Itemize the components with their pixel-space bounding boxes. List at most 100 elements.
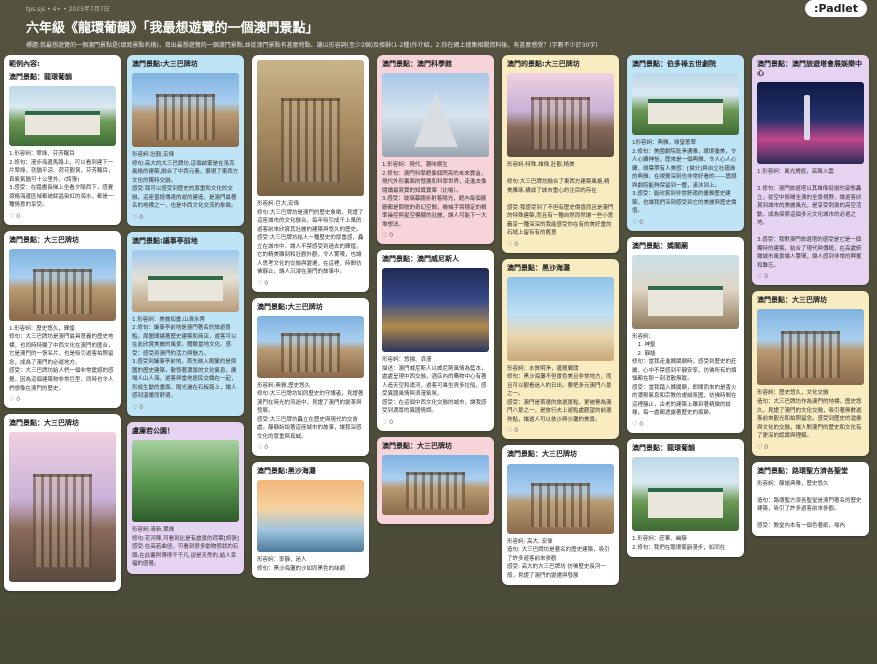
image-subject [648, 488, 723, 518]
post-body: 1.形容詞：美麗如畫,山清水秀 2.修句：議事亭前地是澳門著名的旅遊景點，周圍環繞… [132, 316, 237, 400]
post-image[interactable] [9, 248, 116, 321]
reaction-count[interactable]: ♡ 0 [382, 232, 489, 239]
post-title: 澳門景點:議事亭前地 [132, 236, 198, 245]
post-card[interactable]: 澳門景點：澳門旅遊塔會展娛樂中心 1.形容詞：風光旖旎，高聳入雲 2.修句：澳門旅遊… [752, 55, 869, 286]
post-image[interactable] [382, 268, 489, 353]
board-meta: tps.sjs • 4+ • 2025年7月7日 [26, 6, 110, 13]
post-body: 形容詞:特殊,雄偉,壯觀,精美 修句:大三巴牌坊融合了東西方建築風格,精美雕琢,構… [507, 162, 614, 237]
post-card[interactable]: 形容詞:巨大,宏偉 修句:大三巴牌坊是澳門的歷史象徵，見證了這座城市的文化融合，每… [252, 55, 369, 292]
board-header: tps.sjs • 4+ • 2025年7月7日 六年級《龍環葡韻》「我最想遊覽… [0, 0, 877, 52]
post-card[interactable]: 澳門景點:黑沙海灘 形容詞：寧靜，迷人 修句：黑沙海灘的沙如同黑色的絲綢 [252, 462, 369, 579]
post-image[interactable] [507, 463, 614, 534]
post-card[interactable]: 澳門景點：大三巴牌坊 [377, 436, 494, 525]
post-body: 1.形容詞：風光旖旎，高聳入雲 2.修句：澳門旅遊塔以其雄偉挺拔的姿態矗立，從空中… [757, 169, 862, 269]
reaction-count[interactable]: ♡ 0 [132, 404, 239, 411]
post-image[interactable] [507, 276, 614, 361]
board-column: 澳門景點：伯多祿五世劇院 1形容詞：典雅，綠瑩蔥翠 2.修句：美國劇院乾淨通雅，環境… [627, 55, 744, 563]
post-card[interactable]: 澳門景點：媽閣廟 形容詞： 1. 神聖 2. 靜謐 修句：當我走進媽閣廟時，感受到歷… [627, 236, 744, 433]
image-subject [804, 94, 811, 140]
post-image[interactable] [257, 60, 364, 196]
post-body: 形容詞：歷史悠久，文化交融 造句：大三巴牌坊作為澳門的地標，歷史悠久，見證了澳門的… [757, 390, 862, 440]
post-title: 澳門景點：澳門威尼斯人 [382, 255, 459, 264]
post-title: 澳門景點：大三巴牌坊 [382, 441, 452, 450]
board-description: 標題:我最想遊覽的一個澳門景點是(填寫景點名稱)，寫出最想遊覽的一個澳門景點,並… [26, 42, 598, 49]
post-card[interactable]: 澳門景點：大三巴牌坊形容詞：歷史悠久，文化交融 造句：大三巴牌坊作為澳門的地標，歷… [752, 291, 869, 456]
post-body: 形容詞:典雅,歷史悠久 修句:大三巴牌坊如同歷史的守護者，見證著澳門在時光的流逝中… [257, 382, 364, 440]
image-subject [32, 474, 93, 568]
post-body: 形容詞: 高大, 宏偉 造句: 大三巴牌坊是著名的歷史建築，吸引了許多遊客前來參觀… [507, 538, 610, 579]
post-title: 澳門景點：澳門旅遊塔會展娛樂中心 [757, 60, 862, 78]
reaction-count[interactable]: ♡ 0 [9, 213, 116, 220]
reaction-count[interactable]: ♡ 0 [632, 421, 739, 428]
post-image[interactable] [382, 455, 489, 516]
post-title: 澳門景點:大三巴牌坊 [132, 60, 198, 68]
post-card[interactable]: 範例內容: 澳門景點：龍環葡韻 1.形容詞：翠綠、芬芳醒目 2.修句：漫步海邊馬路上，… [4, 55, 121, 225]
board-title: 六年級《龍環葡韻》「我最想遊覽的一個澳門景點」 [26, 21, 319, 36]
post-card[interactable]: 澳門景點：澳門科學館 1.形容詞：現代、趣味横生 2.修句：澳門科學館像個閃亮的未來… [377, 55, 494, 245]
reaction-count[interactable]: ♡ 0 [9, 396, 116, 403]
reaction-count[interactable]: ♡ 0 [757, 273, 864, 280]
reaction-count[interactable]: ♡ 0 [257, 444, 364, 451]
post-image[interactable] [632, 254, 739, 329]
board-column: 澳門景點：澳門科學館 1.形容詞：現代、趣味横生 2.修句：澳門科學館像個閃亮的未來… [377, 55, 494, 530]
post-card[interactable]: 澳門景點：路環聖方濟各聖堂 形容詞：靜謐典雅，歷史悠久 造句：路環聖方濟各聖堂是澳門… [752, 461, 869, 536]
post-title: 澳門景點：黑沙海灘 [507, 263, 570, 272]
image-subject [155, 93, 216, 140]
post-card[interactable]: 澳門景點:大三巴牌坊形容詞:壯觀,宏偉 修句:高大的大三巴牌坊,這個啟蒙是在洛克風… [127, 55, 244, 226]
post-image[interactable] [257, 480, 364, 553]
reaction-count[interactable]: ♡ 0 [632, 219, 739, 226]
reaction-count[interactable]: ♡ 0 [132, 214, 239, 221]
post-title: 盧廉若公園！ [132, 426, 174, 435]
board-column: 形容詞:巨大,宏偉 修句:大三巴牌坊是澳門的歷史象徵，見證了這座城市的文化融合，每… [252, 55, 369, 584]
post-image[interactable] [507, 73, 614, 158]
post-card[interactable]: 盧廉若公園！ 形容詞:清新,翠綠 修句:花河陣,可看到比是有處景的荷葉[誇張] 感受… [127, 421, 244, 574]
reaction-count[interactable]: ♡ 0 [757, 444, 864, 451]
image-subject [648, 99, 723, 124]
post-title: 澳門景點:大三巴牌坊 [257, 302, 323, 311]
image-subject [25, 111, 100, 136]
post-card[interactable]: 澳門景點：大三巴牌坊 1.形容詞：歷史悠久，輝煌 修句：大三巴牌坊是澳門最具意義的歷… [4, 230, 121, 409]
post-card[interactable]: 澳門景點:議事亭前地 1.形容詞：美麗如畫,山清水秀 2.修句：議事亭前地是澳門著名… [127, 231, 244, 416]
post-body: 形容詞：悠揚、浪漫 描述：澳門威尼斯人以威尼斯風情為藍本，處處呈現中西交融，酒店內… [382, 357, 487, 415]
post-card[interactable]: 澳門景點:大三巴牌坊形容詞:典雅,歷史悠久 修句:大三巴牌坊如同歷史的守護者，見證… [252, 297, 369, 457]
post-image[interactable] [9, 86, 116, 147]
post-title: 澳門景點：大三巴牌坊 [757, 296, 827, 305]
post-card[interactable]: 澳門景點：黑沙海灘 形容詞：水質明淨，邊層廣闊 修句：黑沙海灘不但景色美且非常地方，… [502, 258, 619, 440]
post-body: 形容詞:壯觀,宏偉 修句:高大的大三巴牌坊,這個啟蒙是在洛克風格的建築,融合了中西… [132, 152, 239, 210]
post-title: 澳門景點：媽閣廟 [632, 241, 688, 250]
reaction-count[interactable]: ♡ 0 [257, 280, 364, 287]
reaction-count[interactable]: ♡ 0 [507, 427, 614, 434]
image-subject [530, 483, 591, 527]
reaction-count[interactable]: ♡ 0 [382, 419, 489, 426]
post-card[interactable]: 澳門景點：澳門威尼斯人形容詞：悠揚、浪漫 描述：澳門威尼斯人以威尼斯風情為藍本，處… [377, 250, 494, 431]
post-card[interactable]: 澳門景點：龍環葡韻 1.形容詞：莊華、幽靜 2.修句：我們在龍環葡韻漫步，如同在 [627, 438, 744, 558]
post-card[interactable]: 澳門景點：大三巴牌坊 形容詞: 高大, 宏偉 造句: 大三巴牌坊是著名的歷史建築，吸… [502, 445, 619, 586]
post-image[interactable] [132, 73, 239, 148]
post-image[interactable] [132, 249, 239, 312]
post-image[interactable] [257, 315, 364, 378]
post-body: 1.形容詞：現代、趣味横生 2.修句：澳門科學館像個閃亮的未來寶盒，現代外形裏面的… [382, 162, 487, 228]
post-body: 1形容詞：典雅，綠瑩蔥翠 2.修句：美國劇院乾淨通雅，環境優美，令人心曠神怡，歷來… [632, 140, 737, 215]
post-title: 澳門景點：路環聖方濟各聖堂 [757, 466, 848, 475]
post-card[interactable]: 澳門景點：伯多祿五世劇院 1形容詞：典雅，綠瑩蔥翠 2.修句：美國劇院乾淨通雅，環境… [627, 55, 744, 231]
image-subject [280, 98, 341, 183]
reaction-count[interactable]: ♡ 0 [507, 241, 614, 248]
post-title: 澳門的景點:大三巴牌坊 [507, 60, 580, 68]
post-image[interactable] [132, 440, 239, 523]
post-image[interactable] [757, 82, 864, 165]
image-subject [780, 330, 841, 378]
post-image[interactable] [9, 432, 116, 583]
post-image[interactable] [382, 73, 489, 158]
post-image[interactable] [632, 457, 739, 532]
post-card[interactable]: 澳門的景點:大三巴牌坊形容詞:特殊,雄偉,壯觀,精美 修句:大三巴牌坊融合了東西方… [502, 55, 619, 253]
post-image[interactable] [632, 73, 739, 136]
padlet-logo[interactable]: :Padlet [805, 0, 867, 17]
post-title: 澳門景點：伯多祿五世劇院 [632, 60, 716, 68]
board-column: 澳門的景點:大三巴牌坊形容詞:特殊,雄偉,壯觀,精美 修句:大三巴牌坊融合了東西方… [502, 55, 619, 591]
post-body: 形容詞：寧靜，迷人 修句：黑沙海灘的沙如同黑色的絲綢 [257, 557, 346, 572]
post-title: 澳門景點：大三巴牌坊 [9, 235, 79, 244]
post-card[interactable]: 澳門景點：大三巴牌坊 [4, 414, 121, 592]
post-body: 形容詞:清新,翠綠 修句:花河陣,可看到比是有處景的荷葉[誇張] 感受:在高若曲徑… [132, 527, 244, 568]
image-subject [148, 275, 223, 301]
post-image[interactable] [757, 309, 864, 386]
